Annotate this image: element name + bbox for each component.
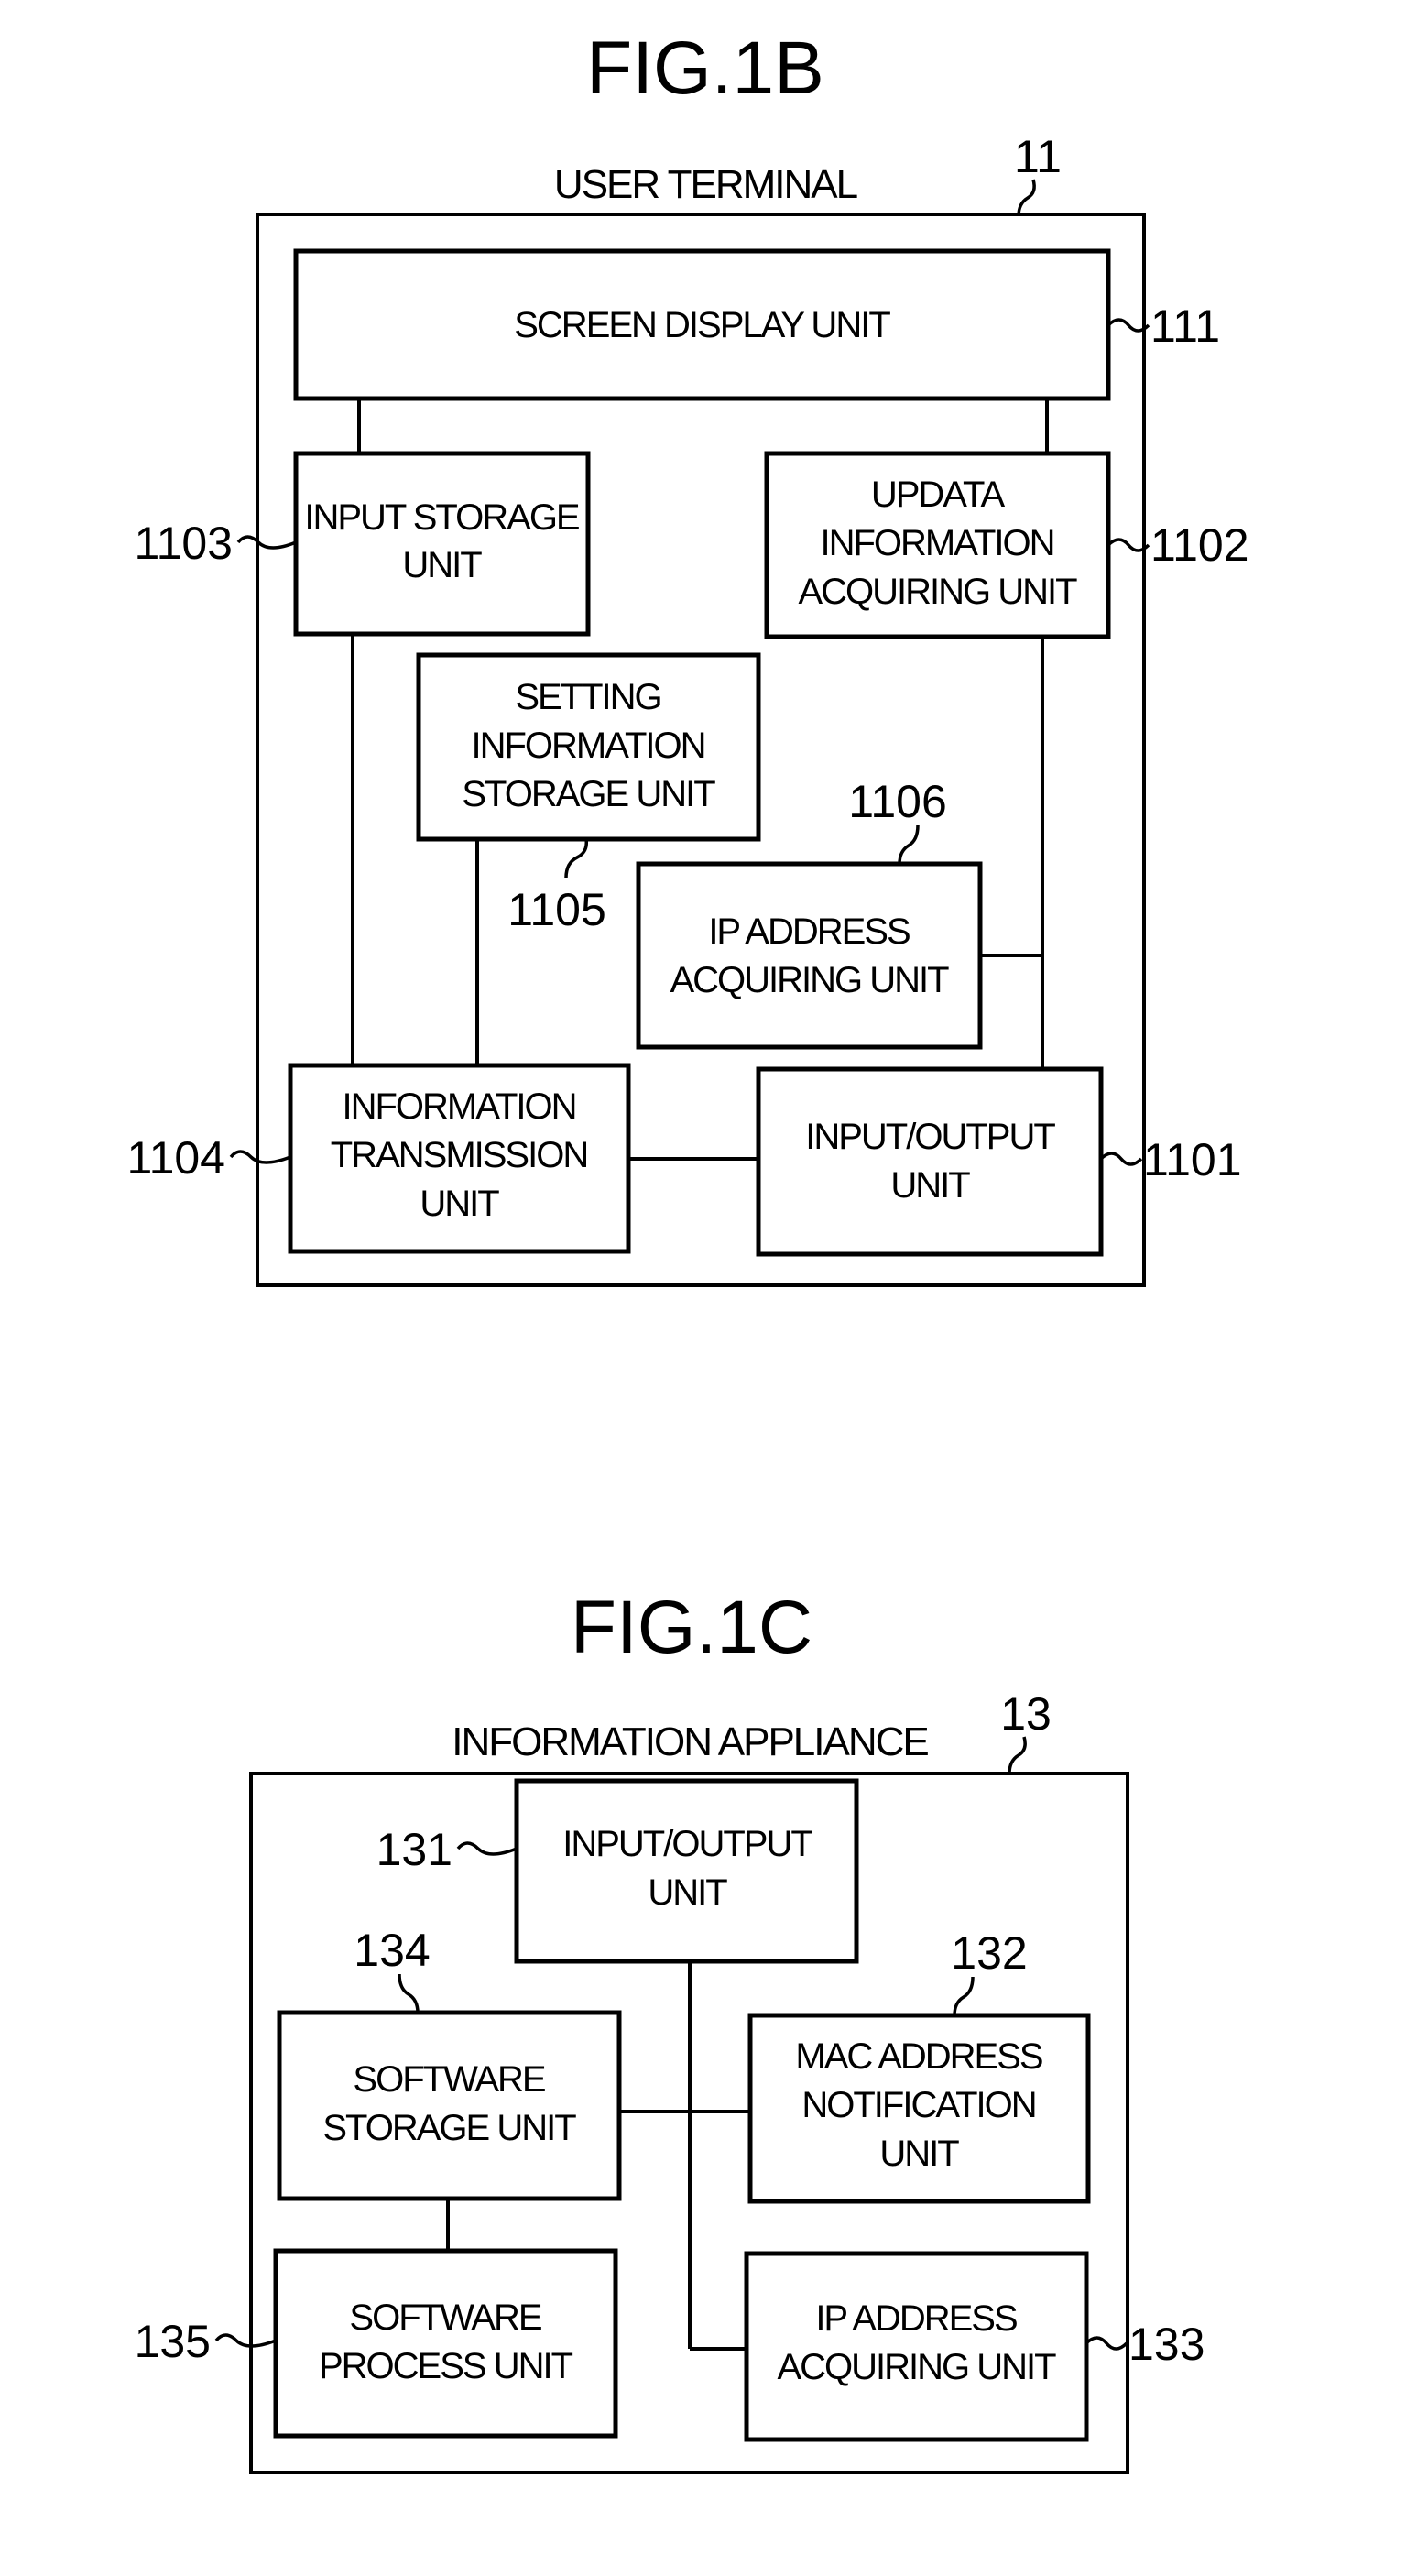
figure-1b: FIG.1B USER TERMINAL 11 SCREEN DISPLAY U… bbox=[126, 27, 1249, 1287]
unit-ref-label: 134 bbox=[354, 1925, 430, 1976]
unit-label-line: UNIT bbox=[879, 2134, 959, 2174]
leader-line bbox=[236, 535, 297, 550]
unit-label-line: INPUT/OUTPUT bbox=[805, 1117, 1055, 1157]
group-label: INFORMATION APPLIANCE bbox=[452, 1719, 928, 1764]
leader-line bbox=[1085, 2336, 1128, 2351]
unit-box bbox=[293, 451, 591, 637]
leader-line bbox=[1008, 1736, 1027, 1774]
unit-ref-label: 1106 bbox=[848, 776, 947, 827]
unit-input-storage: INPUT STORAGE UNIT 1103 bbox=[134, 451, 591, 637]
unit-label-line: ACQUIRING UNIT bbox=[798, 572, 1077, 612]
unit-label-line: UNIT bbox=[648, 1872, 727, 1913]
group-label: USER TERMINAL bbox=[554, 162, 858, 207]
leader-line bbox=[456, 1841, 518, 1856]
unit-ip-address-acquiring: IP ADDRESS ACQUIRING UNIT 133 bbox=[744, 2251, 1205, 2442]
group-ref-label: 13 bbox=[1000, 1688, 1052, 1740]
unit-box bbox=[514, 1778, 859, 1964]
unit-label-line: SOFTWARE bbox=[353, 2059, 544, 2100]
unit-label-line: ACQUIRING UNIT bbox=[670, 960, 949, 1000]
unit-input-output: INPUT/OUTPUT UNIT 131 bbox=[376, 1778, 859, 1964]
leader-line bbox=[214, 2333, 277, 2348]
unit-ref-label: 1103 bbox=[134, 518, 233, 569]
unit-software-process: SOFTWARE PROCESS UNIT 135 bbox=[135, 2248, 618, 2439]
unit-label-line: NOTIFICATION bbox=[801, 2085, 1035, 2125]
leader-line bbox=[398, 1973, 420, 2014]
unit-ref-label: 1101 bbox=[1143, 1134, 1242, 1185]
group-ref-label: 11 bbox=[1014, 131, 1062, 182]
unit-ref-label: 1104 bbox=[126, 1132, 225, 1184]
unit-ref-label: 131 bbox=[376, 1824, 452, 1875]
unit-label-line: SETTING bbox=[515, 677, 660, 717]
leader-line bbox=[564, 838, 589, 879]
figure-title: FIG.1C bbox=[571, 1586, 812, 1669]
leader-line bbox=[1017, 179, 1036, 217]
unit-ref-label: 133 bbox=[1128, 2319, 1205, 2370]
unit-label-line: MAC ADDRESS bbox=[795, 2036, 1041, 2077]
unit-label-line: SOFTWARE bbox=[349, 2298, 540, 2338]
unit-label-line: INFORMATION bbox=[471, 726, 704, 766]
leader-line bbox=[953, 1976, 975, 2016]
unit-screen-display: SCREEN DISPLAY UNIT 111 bbox=[293, 248, 1220, 401]
unit-ref-label: 135 bbox=[135, 2316, 211, 2367]
unit-input-output: INPUT/OUTPUT UNIT 1101 bbox=[756, 1066, 1242, 1257]
unit-updata-info-acquiring: UPDATA INFORMATION ACQUIRING UNIT 1102 bbox=[764, 451, 1249, 639]
unit-label-line: IP ADDRESS bbox=[815, 2298, 1017, 2339]
unit-label-line: UNIT bbox=[402, 545, 482, 585]
unit-box bbox=[277, 2010, 622, 2201]
unit-label-line: IP ADDRESS bbox=[708, 911, 910, 952]
unit-info-transmission: INFORMATION TRANSMISSION UNIT 1104 bbox=[126, 1063, 631, 1254]
unit-label-line: STORAGE UNIT bbox=[462, 774, 715, 814]
unit-label-line: UNIT bbox=[420, 1184, 499, 1224]
unit-mac-address-notification: MAC ADDRESS NOTIFICATION UNIT 132 bbox=[747, 1927, 1091, 2204]
leader-line bbox=[898, 824, 920, 865]
unit-ref-label: 1105 bbox=[507, 884, 606, 935]
unit-label-line: INFORMATION bbox=[820, 523, 1053, 563]
unit-label-line: PROCESS UNIT bbox=[319, 2346, 573, 2386]
unit-software-storage: SOFTWARE STORAGE UNIT 134 bbox=[277, 1925, 622, 2201]
unit-label-line: STORAGE UNIT bbox=[322, 2108, 576, 2148]
unit-ref-label: 1102 bbox=[1150, 519, 1249, 571]
unit-label-line: UNIT bbox=[890, 1165, 970, 1206]
unit-ref-label: 132 bbox=[951, 1927, 1027, 1979]
unit-label-line: ACQUIRING UNIT bbox=[777, 2347, 1056, 2387]
unit-label-line: SCREEN DISPLAY UNIT bbox=[514, 305, 890, 345]
unit-label-line: INPUT/OUTPUT bbox=[562, 1824, 812, 1864]
unit-label-line: UPDATA bbox=[871, 475, 1006, 515]
unit-ref-label: 111 bbox=[1150, 300, 1220, 352]
unit-box bbox=[273, 2248, 618, 2439]
unit-label-line: TRANSMISSION bbox=[331, 1135, 587, 1175]
figure-title: FIG.1B bbox=[586, 27, 824, 110]
unit-label-line: INPUT STORAGE bbox=[304, 497, 579, 538]
leader-line bbox=[229, 1150, 291, 1164]
patent-figure-sheet: FIG.1B USER TERMINAL 11 SCREEN DISPLAY U… bbox=[126, 27, 1249, 2474]
unit-box bbox=[756, 1066, 1104, 1257]
unit-label-line: INFORMATION bbox=[342, 1086, 575, 1127]
leader-line bbox=[1099, 1152, 1143, 1166]
unit-box bbox=[636, 861, 983, 1050]
figure-1c: FIG.1C INFORMATION APPLIANCE 13 INPUT/OU… bbox=[135, 1586, 1205, 2474]
